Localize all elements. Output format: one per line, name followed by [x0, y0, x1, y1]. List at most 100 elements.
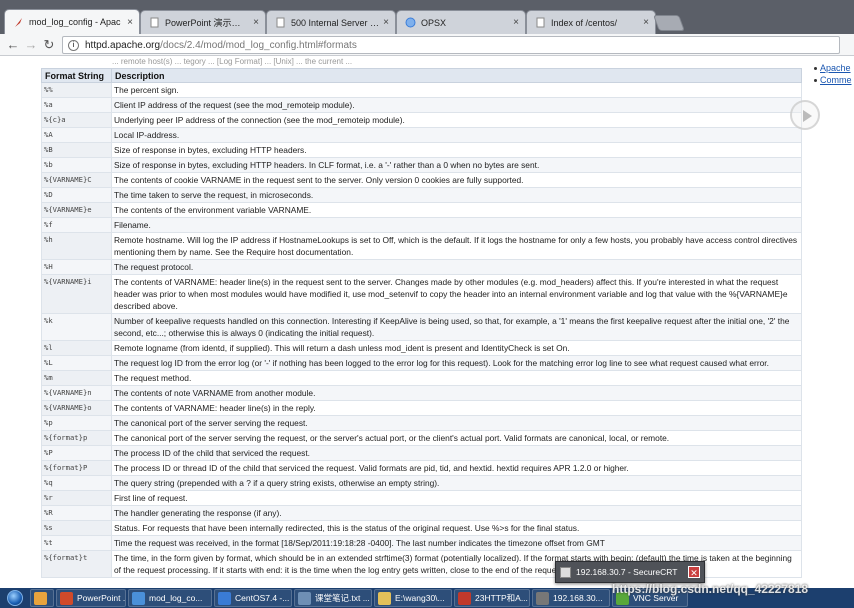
- format-string-cell: %h: [41, 232, 112, 260]
- app-icon: [536, 591, 549, 605]
- format-string-cell: %q: [41, 475, 112, 491]
- reload-icon[interactable]: ↻: [41, 37, 57, 53]
- globe-icon: [405, 17, 416, 28]
- description-cell: The request log ID from the error log (o…: [111, 355, 802, 371]
- taskbar-item[interactable]: 课堂笔记.txt ...: [294, 589, 372, 607]
- taskbar-item[interactable]: [30, 589, 54, 607]
- close-icon[interactable]: ×: [513, 17, 519, 28]
- securecrt-popup[interactable]: 192.168.30.7 - SecureCRT ✕: [555, 561, 705, 583]
- taskbar-item[interactable]: CentOS7.4 -...: [214, 589, 292, 607]
- format-string-cell: %P: [41, 445, 112, 461]
- forward-arrow-icon[interactable]: →: [23, 37, 39, 53]
- close-icon[interactable]: ×: [383, 17, 389, 28]
- address-bar[interactable]: i httpd.apache.org/docs/2.4/mod/mod_log_…: [62, 36, 840, 54]
- format-string-table: Format String Description %% The percent …: [41, 68, 802, 578]
- table-row: %{VARNAME}o The contents of VARNAME: head…: [41, 400, 802, 416]
- close-icon[interactable]: ×: [253, 17, 259, 28]
- taskbar-item[interactable]: PowerPoint ...: [56, 589, 126, 607]
- taskbar-item[interactable]: 192.168.30...: [532, 589, 610, 607]
- description-cell: Underlying peer IP address of the connec…: [111, 112, 802, 128]
- description-cell: The time taken to serve the request, in …: [111, 187, 802, 203]
- table-row: %{VARNAME}e The contents of the environme…: [41, 202, 802, 218]
- tab-opsx[interactable]: OPSX ×: [396, 10, 526, 34]
- table-row: %b Size of response in bytes, excluding H…: [41, 157, 802, 173]
- app-icon: [34, 591, 47, 605]
- popup-title: 192.168.30.7 - SecureCRT: [576, 567, 678, 577]
- table-row: %f Filename.: [41, 217, 802, 233]
- format-string-cell: %{c}a: [41, 112, 112, 128]
- description-cell: The contents of VARNAME: header line(s) …: [111, 274, 802, 314]
- tab-mod-log-config[interactable]: mod_log_config - Apac ×: [4, 9, 140, 34]
- description-cell: Size of response in bytes, excluding HTT…: [111, 142, 802, 158]
- taskbar-item[interactable]: E:\wang30\...: [374, 589, 452, 607]
- taskbar-item[interactable]: 23HTTP和A...: [454, 589, 530, 607]
- browser-tab-strip: mod_log_config - Apac × PowerPoint 演示文稿 …: [0, 0, 854, 34]
- description-cell: The request protocol.: [111, 259, 802, 275]
- close-icon[interactable]: ×: [127, 17, 133, 28]
- format-string-cell: %{format}t: [41, 550, 112, 578]
- description-cell: The contents of note VARNAME from anothe…: [111, 385, 802, 401]
- watermark-text: https://blog.csdn.net/qq_42227818: [612, 582, 809, 596]
- tab-index-centos[interactable]: Index of /centos/ ×: [526, 10, 656, 34]
- tab-powerpoint[interactable]: PowerPoint 演示文稿 ×: [140, 10, 266, 34]
- format-string-cell: %p: [41, 415, 112, 431]
- format-string-cell: %{VARNAME}i: [41, 274, 112, 314]
- format-string-cell: %s: [41, 520, 112, 536]
- format-string-cell: %B: [41, 142, 112, 158]
- format-string-cell: %A: [41, 127, 112, 143]
- taskbar-item[interactable]: mod_log_co...: [128, 589, 212, 607]
- format-string-cell: %H: [41, 259, 112, 275]
- description-cell: Size of response in bytes, excluding HTT…: [111, 157, 802, 173]
- taskbar-item-label: mod_log_co...: [149, 593, 203, 603]
- taskbar-items: PowerPoint ... mod_log_co... CentOS7.4 -..…: [30, 588, 690, 608]
- format-string-cell: %{format}P: [41, 460, 112, 476]
- format-string-cell: %%: [41, 82, 112, 98]
- format-string-cell: %D: [41, 187, 112, 203]
- url-host: httpd.apache.org: [85, 39, 161, 51]
- table-row: %% The percent sign.: [41, 82, 802, 98]
- description-cell: The canonical port of the server serving…: [111, 415, 802, 431]
- tab-500-error[interactable]: 500 Internal Server Err ×: [266, 10, 396, 34]
- close-icon[interactable]: ×: [643, 17, 649, 28]
- format-string-cell: %L: [41, 355, 112, 371]
- sidebar-link-comments[interactable]: Comme: [814, 75, 854, 85]
- taskbar-item-label: PowerPoint ...: [77, 593, 126, 603]
- table-header-row: Format String Description: [41, 68, 802, 83]
- app-icon: [458, 591, 471, 605]
- browser-toolbar: ← → ↻ i httpd.apache.org/docs/2.4/mod/mo…: [0, 34, 854, 56]
- sidebar-link-apache[interactable]: Apache: [814, 63, 854, 73]
- start-button[interactable]: [0, 588, 30, 608]
- table-row: %{VARNAME}C The contents of cookie VARNAM…: [41, 172, 802, 188]
- table-row: %B Size of response in bytes, excluding H…: [41, 142, 802, 158]
- format-string-cell: %{VARNAME}C: [41, 172, 112, 188]
- table-row: %{VARNAME}i The contents of VARNAME: head…: [41, 274, 802, 314]
- table-row: %k Number of keepalive requests handled o…: [41, 313, 802, 341]
- app-icon: [60, 591, 73, 605]
- format-string-cell: %{VARNAME}n: [41, 385, 112, 401]
- format-string-cell: %b: [41, 157, 112, 173]
- description-cell: The request method.: [111, 370, 802, 386]
- description-cell: The contents of cookie VARNAME in the re…: [111, 172, 802, 188]
- back-arrow-icon[interactable]: ←: [5, 37, 21, 53]
- tab-title: PowerPoint 演示文稿: [165, 18, 250, 28]
- info-icon[interactable]: i: [68, 39, 79, 51]
- table-row: %r First line of request.: [41, 490, 802, 506]
- new-tab-button[interactable]: [653, 15, 685, 31]
- windows-logo-icon: [7, 590, 23, 606]
- table-row: %p The canonical port of the server servi…: [41, 415, 802, 431]
- table-row: %{format}p The canonical port of the serv…: [41, 430, 802, 446]
- table-row: %s Status. For requests that have been in…: [41, 520, 802, 536]
- close-icon[interactable]: ✕: [688, 566, 700, 578]
- description-cell: The handler generating the response (if …: [111, 505, 802, 521]
- column-header-description: Description: [111, 68, 802, 83]
- table-row: %l Remote logname (from identd, if suppli…: [41, 340, 802, 356]
- description-cell: Remote logname (from identd, if supplied…: [111, 340, 802, 356]
- play-overlay-icon[interactable]: [790, 100, 820, 130]
- description-cell: The process ID of the child that service…: [111, 445, 802, 461]
- app-icon: [218, 591, 231, 605]
- app-icon: [378, 591, 391, 605]
- table-row: %{VARNAME}n The contents of note VARNAME …: [41, 385, 802, 401]
- taskbar-item-label: CentOS7.4 -...: [235, 593, 290, 603]
- table-row: %A Local IP-address.: [41, 127, 802, 143]
- format-string-cell: %m: [41, 370, 112, 386]
